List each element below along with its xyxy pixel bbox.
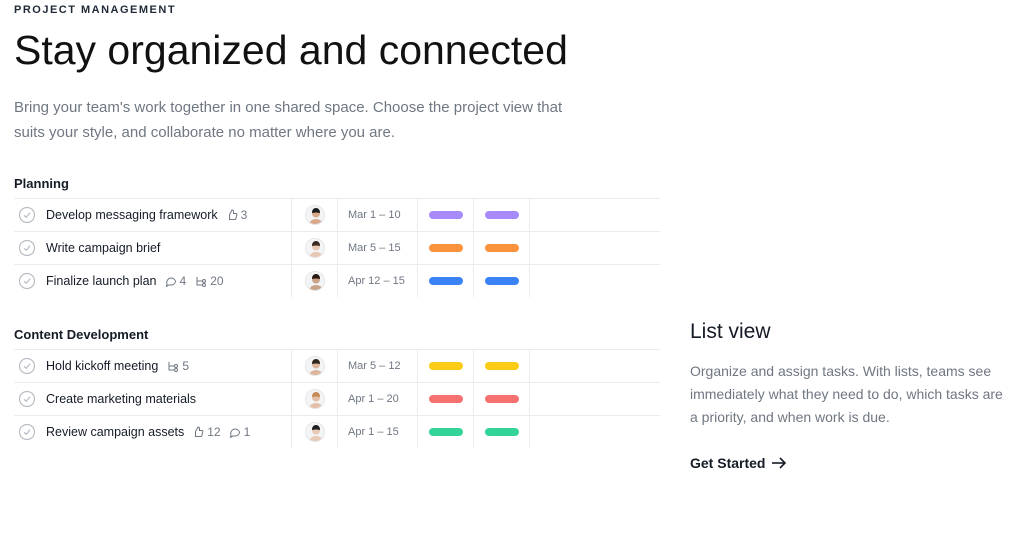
tag-cell[interactable] [418, 383, 474, 415]
assignee-cell[interactable] [292, 350, 338, 382]
tag-cell[interactable] [474, 199, 530, 231]
avatar [305, 205, 325, 225]
cta-label: Get Started [690, 455, 765, 471]
meta-count: 1 [244, 425, 251, 439]
tag-pill [485, 428, 519, 436]
like-meta: 12 [192, 425, 220, 439]
section-header: Content Development [14, 327, 660, 342]
avatar [305, 271, 325, 291]
task-name: Review campaign assets [46, 425, 184, 439]
tag-cell[interactable] [418, 265, 474, 297]
check-circle-icon[interactable] [18, 357, 36, 375]
check-circle-icon[interactable] [18, 423, 36, 441]
task-name-cell: Finalize launch plan 4 20 [14, 265, 292, 297]
meta-count: 20 [210, 274, 223, 288]
tag-cell[interactable] [418, 416, 474, 448]
assignee-cell[interactable] [292, 383, 338, 415]
side-panel-body: Organize and assign tasks. With lists, t… [690, 360, 1008, 429]
check-circle-icon[interactable] [18, 206, 36, 224]
like-icon [192, 426, 204, 438]
task-name-cell: Develop messaging framework 3 [14, 199, 292, 231]
tag-pill [485, 244, 519, 252]
page-title: Stay organized and connected [14, 26, 660, 74]
dates-cell[interactable]: Mar 5 – 12 [338, 350, 418, 382]
tag-cell[interactable] [474, 383, 530, 415]
like-meta: 3 [226, 208, 248, 222]
subtask-icon [166, 360, 179, 372]
tag-pill [485, 395, 519, 403]
dates-cell[interactable]: Apr 12 – 15 [338, 265, 418, 297]
dates-cell[interactable]: Mar 1 – 10 [338, 199, 418, 231]
task-name: Write campaign brief [46, 241, 160, 255]
task-row[interactable]: Hold kickoff meeting 5 Mar 5 – 12 [14, 349, 660, 382]
task-row[interactable]: Finalize launch plan 4 20 Apr 12 – 15 [14, 264, 660, 297]
assignee-cell[interactable] [292, 416, 338, 448]
like-icon [226, 209, 238, 221]
assignee-cell[interactable] [292, 232, 338, 264]
task-row[interactable]: Review campaign assets 12 1 Apr 1 – 15 [14, 415, 660, 448]
dates-cell[interactable]: Apr 1 – 20 [338, 383, 418, 415]
avatar [305, 422, 325, 442]
page-subtitle: Bring your team's work together in one s… [14, 96, 574, 146]
avatar [305, 356, 325, 376]
tag-cell[interactable] [418, 232, 474, 264]
tag-cell[interactable] [474, 232, 530, 264]
tag-pill [429, 395, 463, 403]
assignee-cell[interactable] [292, 265, 338, 297]
tag-pill [429, 244, 463, 252]
task-name: Develop messaging framework [46, 208, 218, 222]
tag-cell[interactable] [474, 265, 530, 297]
meta-count: 4 [180, 274, 187, 288]
check-circle-icon[interactable] [18, 390, 36, 408]
tag-cell[interactable] [418, 350, 474, 382]
task-name: Hold kickoff meeting [46, 359, 158, 373]
avatar [305, 389, 325, 409]
task-row[interactable]: Develop messaging framework 3 Mar 1 – 10 [14, 198, 660, 231]
meta-count: 3 [241, 208, 248, 222]
tag-cell[interactable] [474, 416, 530, 448]
check-circle-icon[interactable] [18, 272, 36, 290]
dates-cell[interactable]: Mar 5 – 15 [338, 232, 418, 264]
tag-pill [429, 428, 463, 436]
task-name-cell: Write campaign brief [14, 232, 292, 264]
tag-pill [429, 362, 463, 370]
avatar [305, 238, 325, 258]
dates-cell[interactable]: Apr 1 – 15 [338, 416, 418, 448]
assignee-cell[interactable] [292, 199, 338, 231]
comment-icon [165, 275, 177, 287]
check-circle-icon[interactable] [18, 239, 36, 257]
tag-pill [429, 211, 463, 219]
section-header: Planning [14, 176, 660, 191]
task-name-cell: Hold kickoff meeting 5 [14, 350, 292, 382]
task-name-cell: Create marketing materials [14, 383, 292, 415]
tag-pill [485, 211, 519, 219]
subtask-meta: 5 [166, 359, 189, 373]
tag-pill [485, 362, 519, 370]
tag-cell[interactable] [418, 199, 474, 231]
eyebrow: PROJECT MANAGEMENT [14, 4, 660, 16]
comment-meta: 4 [165, 274, 187, 288]
get-started-button[interactable]: Get Started [690, 455, 787, 471]
side-panel-title: List view [690, 320, 1008, 344]
comment-meta: 1 [229, 425, 251, 439]
task-name: Finalize launch plan [46, 274, 157, 288]
tag-cell[interactable] [474, 350, 530, 382]
tag-pill [485, 277, 519, 285]
comment-icon [229, 426, 241, 438]
tag-pill [429, 277, 463, 285]
task-row[interactable]: Create marketing materials Apr 1 – 20 [14, 382, 660, 415]
meta-count: 12 [207, 425, 220, 439]
arrow-right-icon [771, 457, 787, 469]
task-name-cell: Review campaign assets 12 1 [14, 416, 292, 448]
task-row[interactable]: Write campaign brief Mar 5 – 15 [14, 231, 660, 264]
subtask-icon [194, 275, 207, 287]
subtask-meta: 20 [194, 274, 223, 288]
meta-count: 5 [182, 359, 189, 373]
task-name: Create marketing materials [46, 392, 196, 406]
